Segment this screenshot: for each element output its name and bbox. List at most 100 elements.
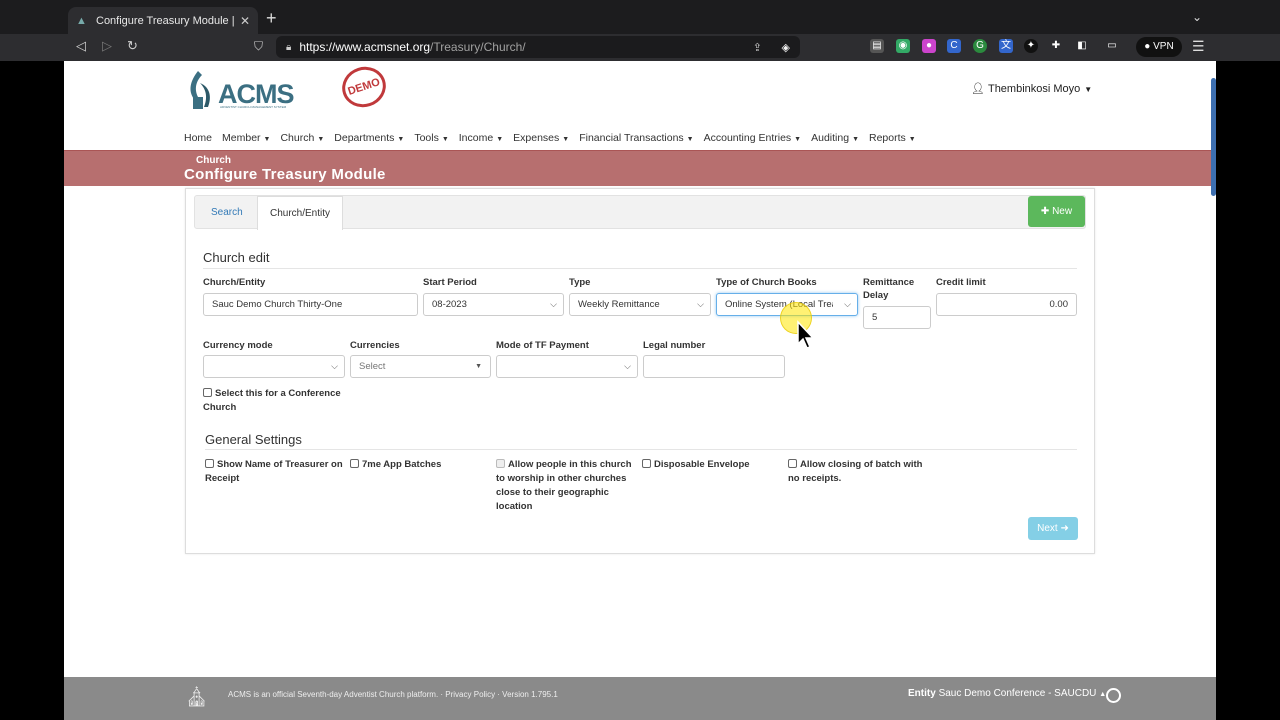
- checkbox-box[interactable]: [205, 459, 214, 468]
- checkbox-box[interactable]: [203, 388, 212, 397]
- url-path: /Treasury/Church/: [430, 40, 526, 54]
- scrollbar[interactable]: [1211, 78, 1216, 196]
- currency-mode-select[interactable]: ⌵: [203, 355, 345, 378]
- reload-icon[interactable]: ↻: [127, 38, 138, 54]
- currencies-select[interactable]: Select ▼: [350, 355, 491, 378]
- browser-window: ▲ Configure Treasury Module | AC ✕ + ⌄ ◁…: [0, 0, 1280, 720]
- conference-church-checkbox[interactable]: Select this for a Conference Church: [203, 387, 341, 415]
- checkbox-box: [496, 459, 505, 468]
- nav-item-financial-transactions[interactable]: Financial Transactions ▼: [579, 132, 693, 146]
- type-label: Type: [569, 277, 591, 288]
- chevron-down-icon: ⌵: [697, 299, 704, 309]
- sidebar-icon[interactable]: ◧: [1075, 39, 1089, 53]
- nav-item-label: Auditing: [811, 132, 850, 144]
- caret-down-icon: ▼: [263, 136, 271, 143]
- extension-icon[interactable]: ◉: [896, 39, 910, 53]
- back-icon[interactable]: ◁: [76, 38, 86, 54]
- address-bar[interactable]: 🔒︎ https://www.acmsnet.org/Treasury/Chur…: [276, 36, 800, 58]
- nav-item-church[interactable]: Church ▼: [280, 132, 324, 146]
- footer-text: ACMS is an official Seventh-day Adventis…: [228, 690, 558, 699]
- nav-item-label: Reports: [869, 132, 906, 144]
- browser-toolbar: ◁ ▷ ↻ ⛉ 🔒︎ https://www.acmsnet.org/Treas…: [0, 34, 1280, 61]
- app-batches-label: 7me App Batches: [362, 459, 442, 470]
- divider: [203, 268, 1077, 269]
- caret-down-icon: ▼: [562, 136, 570, 143]
- disposable-envelope-label: Disposable Envelope: [654, 459, 750, 470]
- shield-icon[interactable]: ◈: [782, 41, 790, 54]
- church-entity-value: Sauc Demo Church Thirty-One: [212, 299, 343, 310]
- new-tab-button[interactable]: +: [266, 9, 277, 27]
- chevron-down-icon: ⌵: [624, 361, 631, 371]
- acms-logo[interactable]: ACMS ADVENTIST CHURCH MANAGEMENT SYSTEM: [184, 69, 296, 113]
- tab-church-entity[interactable]: Church/Entity: [257, 196, 344, 230]
- twitter-icon[interactable]: ✦: [1024, 39, 1038, 53]
- config-panel: Search Church/Entity ✚ New Church edit C…: [185, 188, 1095, 554]
- nav-item-tools[interactable]: Tools ▼: [414, 132, 448, 146]
- reader-icon[interactable]: ▤: [870, 39, 884, 53]
- checkbox-box[interactable]: [350, 459, 359, 468]
- conference-church-label-line2: Church: [203, 402, 237, 413]
- disposable-envelope-checkbox[interactable]: Disposable Envelope: [642, 458, 750, 472]
- gauge-icon[interactable]: [1106, 688, 1121, 703]
- close-icon[interactable]: ✕: [240, 14, 250, 28]
- mouse-cursor-icon: [797, 320, 815, 349]
- next-button-label: Next: [1037, 523, 1058, 534]
- remittance-delay-label-line2: Delay: [863, 290, 889, 301]
- hamburger-menu-icon[interactable]: ☰: [1192, 38, 1205, 55]
- allow-worship-label-line1: Allow people in this church: [508, 459, 632, 470]
- vpn-button[interactable]: ● VPN: [1136, 37, 1182, 57]
- bookmark-icon[interactable]: ⛉: [254, 39, 263, 54]
- tf-payment-select[interactable]: ⌵: [496, 355, 638, 378]
- browser-tab[interactable]: ▲ Configure Treasury Module | AC ✕: [68, 7, 258, 34]
- chevron-down-icon[interactable]: ⌄: [1192, 10, 1202, 24]
- nav-item-accounting-entries[interactable]: Accounting Entries ▼: [704, 132, 802, 146]
- translate-icon[interactable]: 文: [999, 39, 1013, 53]
- site-footer: ⛪︎ ACMS is an official Seventh-day Adven…: [64, 677, 1216, 720]
- grammarly-icon[interactable]: G: [973, 39, 987, 53]
- checkbox-box[interactable]: [642, 459, 651, 468]
- start-period-select[interactable]: 08-2023 ⌵: [423, 293, 564, 316]
- nav-item-income[interactable]: Income ▼: [459, 132, 503, 146]
- user-menu[interactable]: 👤︎ Thembinkosi Moyo ▼: [971, 82, 1092, 95]
- nav-item-label: Income: [458, 132, 494, 144]
- nav-item-reports[interactable]: Reports ▼: [869, 132, 916, 146]
- legal-number-input[interactable]: [643, 355, 785, 378]
- color-extension-icon[interactable]: ●: [922, 39, 936, 53]
- wallet-icon[interactable]: ▭: [1105, 39, 1119, 53]
- nav-item-member[interactable]: Member ▼: [222, 132, 270, 146]
- chevron-down-icon: ⌵: [844, 299, 851, 309]
- caret-down-icon: ▼: [686, 136, 694, 143]
- demo-stamp: DEMO: [336, 61, 392, 113]
- allow-worship-label-line4: location: [496, 501, 533, 512]
- entity-selector[interactable]: Entity Sauc Demo Conference - SAUCDU ▲: [908, 688, 1106, 699]
- puzzle-icon[interactable]: ✚: [1049, 39, 1063, 53]
- allow-closing-checkbox[interactable]: Allow closing of batch with no receipts.: [788, 458, 922, 486]
- tab-search[interactable]: Search: [199, 196, 255, 229]
- nav-item-departments[interactable]: Departments ▼: [334, 132, 404, 146]
- nav-item-auditing[interactable]: Auditing ▼: [811, 132, 859, 146]
- allow-worship-label-line3: close to their geographic: [496, 487, 609, 498]
- caret-down-icon: ▼: [496, 136, 504, 143]
- nav-item-home[interactable]: Home: [184, 132, 212, 146]
- new-button[interactable]: ✚ New: [1028, 196, 1085, 227]
- type-select[interactable]: Weekly Remittance ⌵: [569, 293, 711, 316]
- nav-item-expenses[interactable]: Expenses ▼: [513, 132, 569, 146]
- church-entity-input[interactable]: Sauc Demo Church Thirty-One: [203, 293, 418, 316]
- caret-down-icon: ▼: [1084, 85, 1093, 94]
- allow-closing-label-line1: Allow closing of batch with: [800, 459, 923, 470]
- nav-item-label: Member: [222, 132, 261, 144]
- refresh-extension-icon[interactable]: C: [947, 39, 961, 53]
- app-batches-checkbox[interactable]: 7me App Batches: [350, 458, 441, 472]
- remittance-delay-input[interactable]: 5: [863, 306, 931, 329]
- forward-icon[interactable]: ▷: [102, 38, 112, 54]
- currency-mode-label: Currency mode: [203, 340, 273, 351]
- next-button[interactable]: Next ➜: [1028, 517, 1078, 540]
- plus-icon: ✚: [1040, 206, 1050, 217]
- show-treasurer-checkbox[interactable]: Show Name of Treasurer on Receipt: [205, 458, 343, 486]
- credit-limit-input[interactable]: 0.00: [936, 293, 1077, 316]
- page-title: Configure Treasury Module: [184, 166, 386, 183]
- church-entity-label: Church/Entity: [203, 277, 266, 288]
- checkbox-box[interactable]: [788, 459, 797, 468]
- nav-item-label: Financial Transactions: [579, 132, 684, 144]
- share-icon[interactable]: ⇪: [753, 41, 762, 54]
